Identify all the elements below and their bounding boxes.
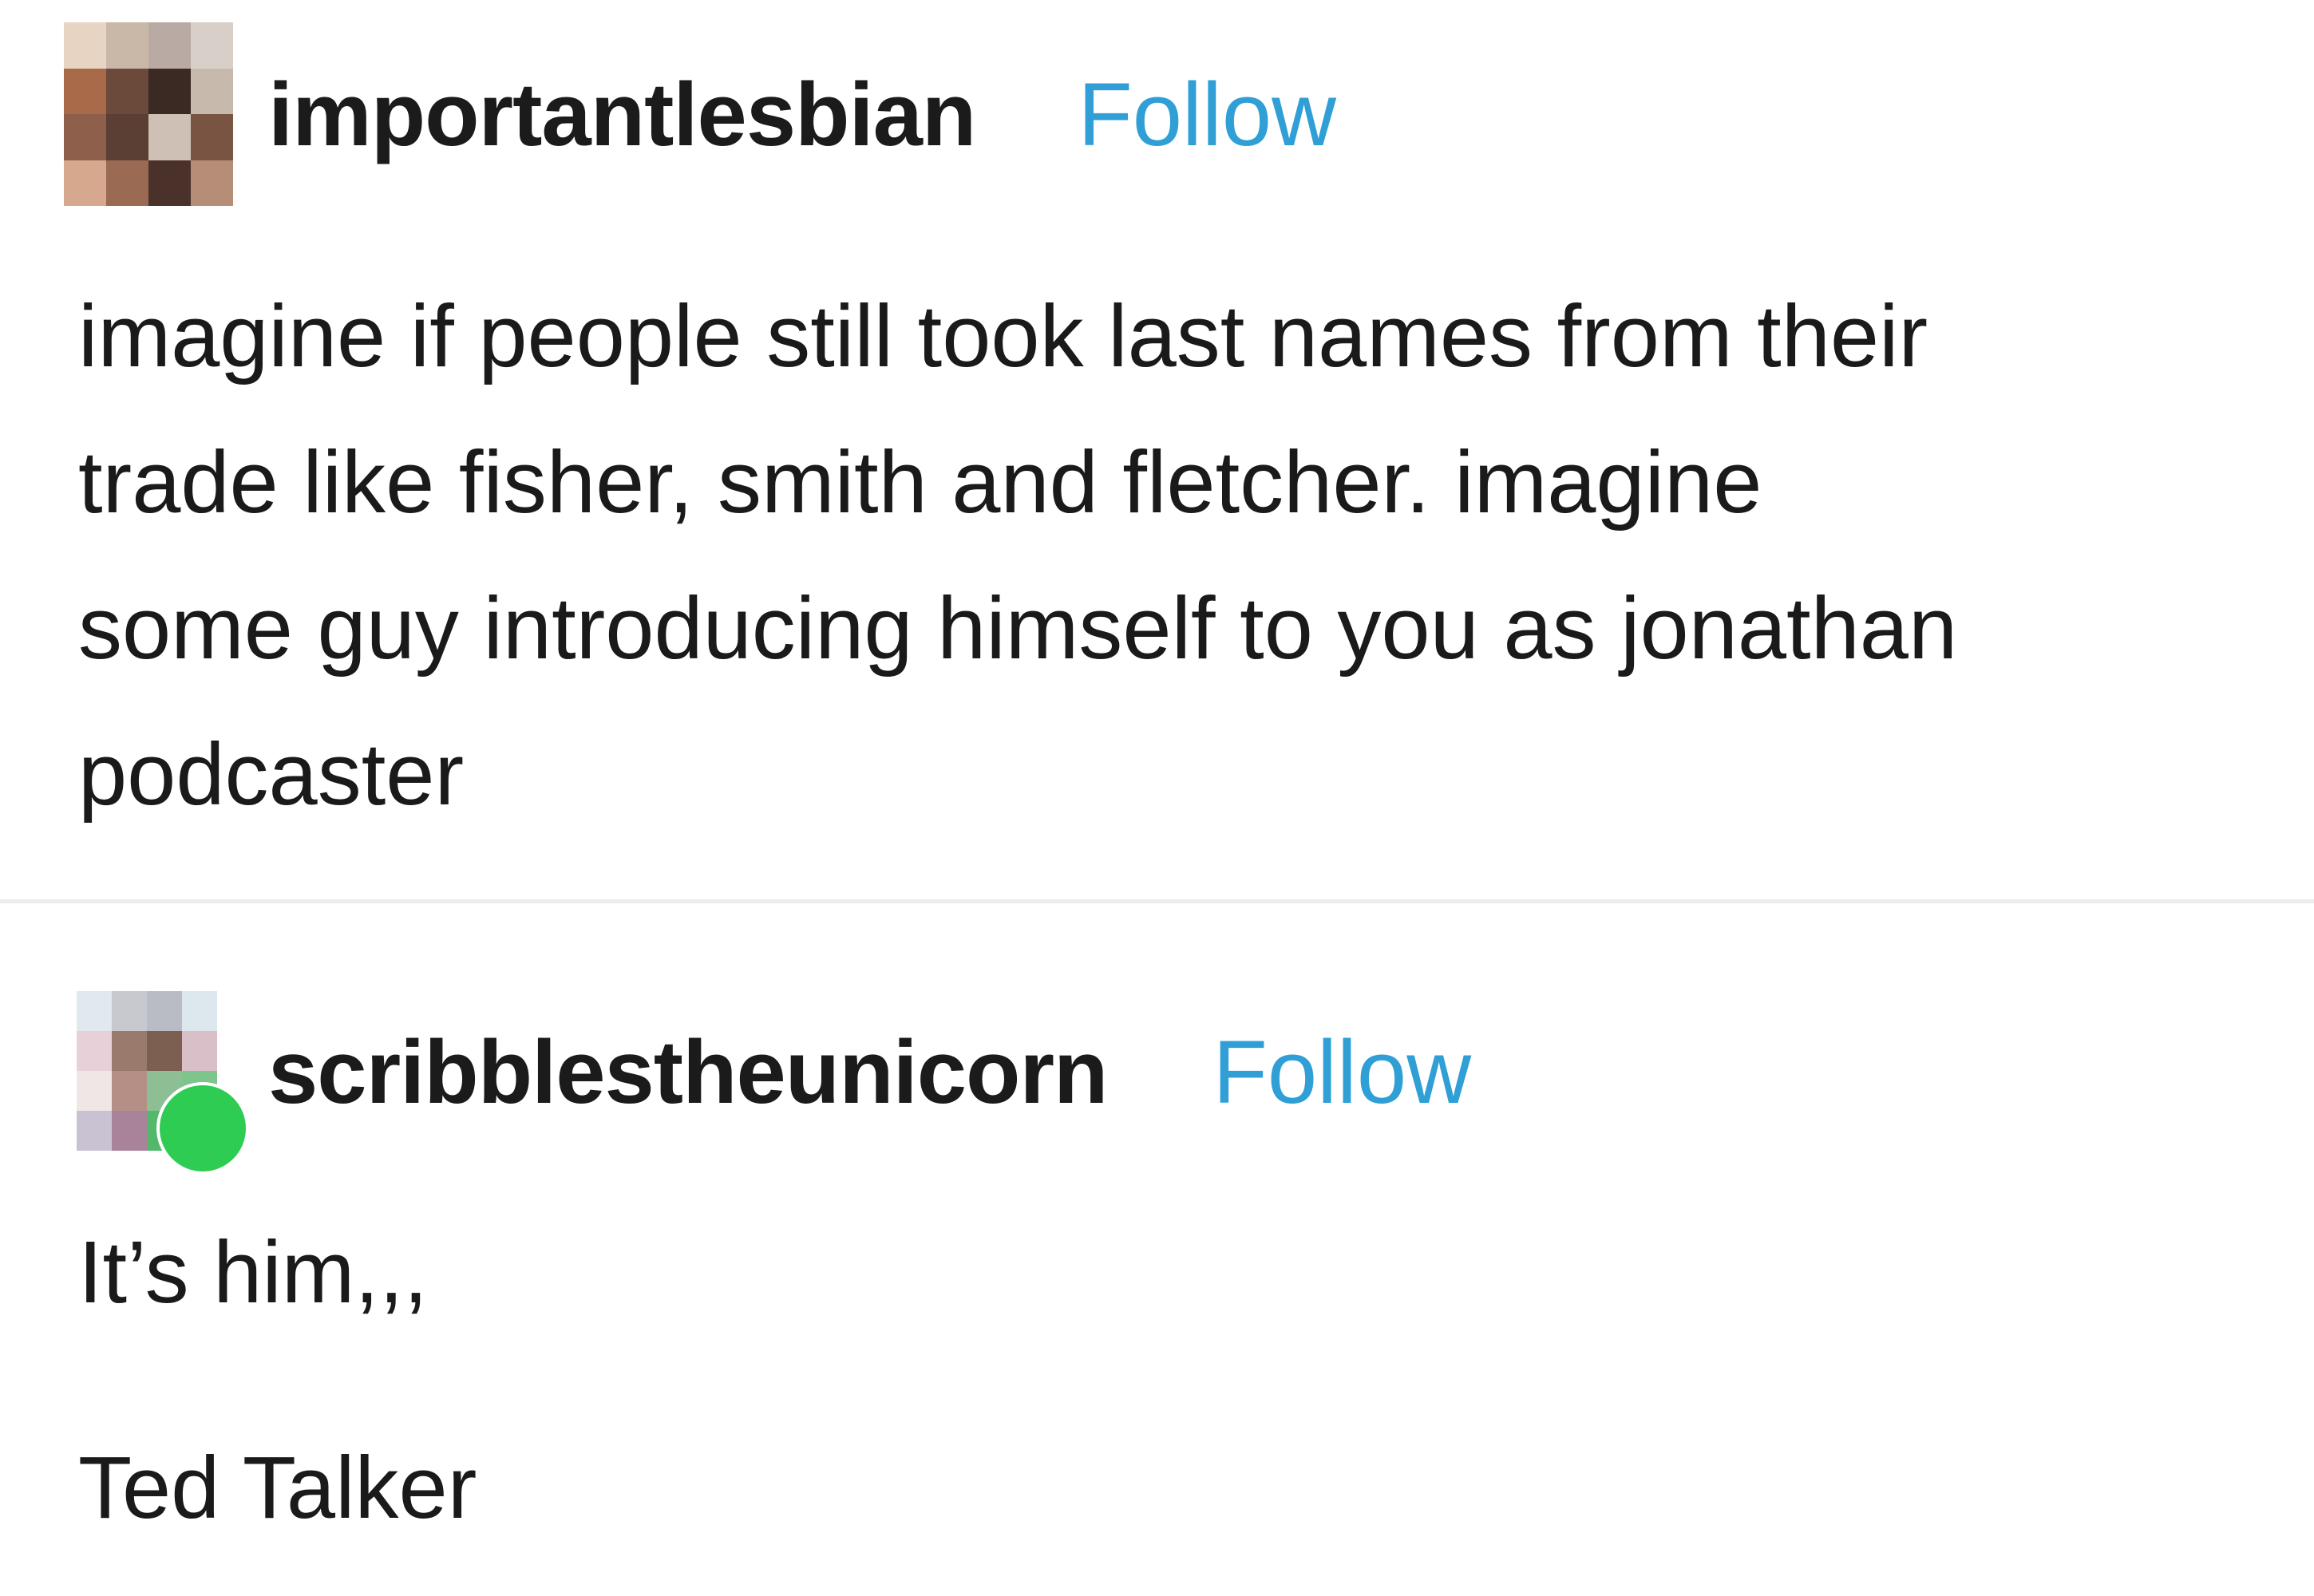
follow-button[interactable]: Follow	[1212, 1021, 1471, 1124]
post-importantlesbian: importantlesbian Follow imagine if peopl…	[0, 0, 2314, 902]
avatar-pixelated-icon[interactable]	[64, 22, 233, 206]
post-text-paragraph: Ted Talker	[78, 1439, 477, 1537]
post-text-paragraph: It’s him,,,	[78, 1223, 429, 1321]
post-body-text: imagine if people still took last names …	[78, 263, 2233, 847]
post-header: importantlesbian Follow	[268, 62, 1336, 166]
post-text-line: imagine if people still took last names …	[78, 287, 1928, 385]
username-link[interactable]: scribblestheunicorn	[268, 1021, 1108, 1124]
post-body-text: It’s him,,, Ted Talker	[78, 1217, 2233, 1544]
avatar-pixelated-icon[interactable]	[77, 991, 246, 1171]
post-text-line: some guy introducing himself to you as j…	[78, 579, 1958, 678]
username-link[interactable]: importantlesbian	[268, 63, 976, 166]
post-header: scribblestheunicorn Follow	[268, 1020, 1471, 1124]
post-text-line: podcaster	[78, 725, 465, 824]
post-text-line: trade like fisher, smith and fletcher. i…	[78, 433, 1762, 531]
online-status-dot-icon	[160, 1085, 246, 1171]
follow-button[interactable]: Follow	[1078, 63, 1336, 166]
